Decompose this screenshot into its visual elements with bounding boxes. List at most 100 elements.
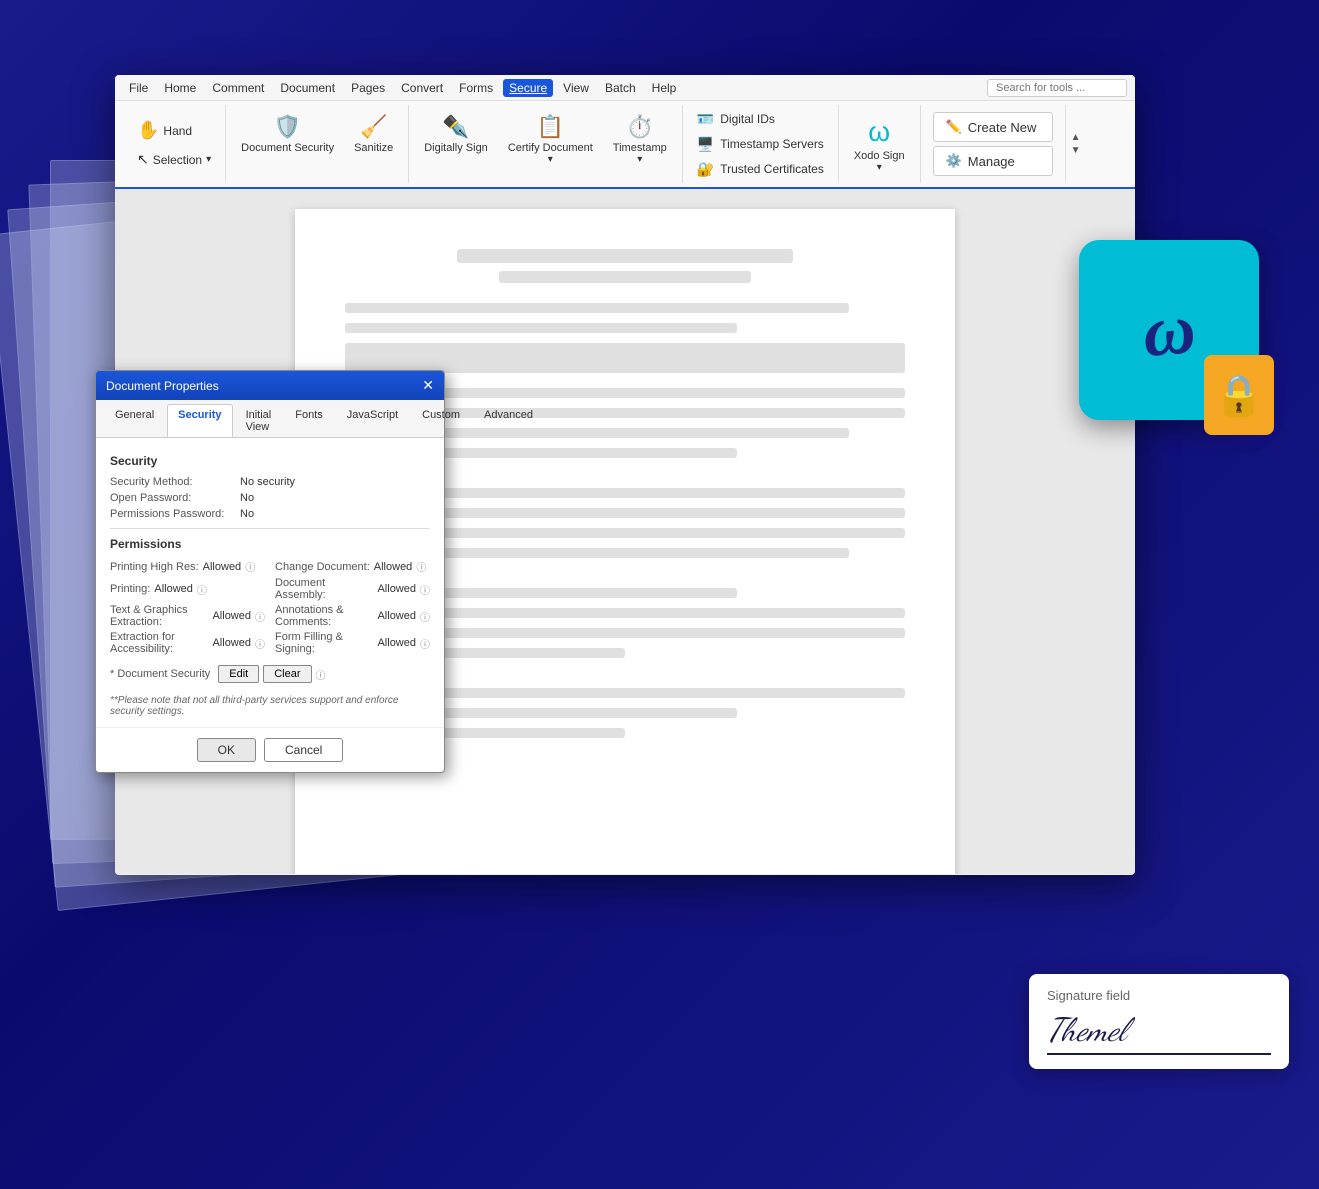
trusted-certificates-label: Trusted Certificates — [720, 162, 824, 176]
digital-ids-label: Digital IDs — [720, 112, 775, 126]
clock-icon: ⏱️ — [626, 114, 653, 140]
selection-label: Selection — [153, 153, 202, 167]
create-manage-group: ✏️ Create New ⚙️ Manage — [921, 105, 1066, 183]
perm-extraction-accessibility-info[interactable]: ⓘ — [255, 636, 265, 651]
perm-printing-info[interactable]: ⓘ — [197, 582, 207, 597]
perm-annotations-label: Annotations & Comments: — [275, 604, 373, 628]
menu-file[interactable]: File — [123, 79, 154, 97]
menu-help[interactable]: Help — [646, 79, 683, 97]
manage-label: Manage — [968, 154, 1015, 169]
open-password-label: Open Password: — [110, 492, 240, 504]
perm-document-assembly-value: Allowed — [377, 583, 416, 595]
doc-security-label: * Document Security — [110, 668, 210, 680]
tab-general-label: General — [115, 409, 154, 421]
perm-text-graphics-info[interactable]: ⓘ — [255, 609, 265, 624]
server-icon: 🖥️ — [697, 136, 714, 153]
trusted-certificates-button[interactable]: 🔐 Trusted Certificates — [691, 158, 830, 181]
menu-forms[interactable]: Forms — [453, 79, 499, 97]
perm-annotations: Annotations & Comments: Allowed ⓘ — [275, 604, 430, 628]
doc-line-title — [457, 249, 793, 263]
doc-line-subtitle — [499, 271, 751, 283]
digital-ids-button[interactable]: 🪪 Digital IDs — [691, 108, 830, 131]
hand-label: Hand — [163, 124, 192, 138]
timestamp-dropdown-icon: ▾ — [637, 154, 642, 165]
perm-change-document-info[interactable]: ⓘ — [416, 559, 426, 574]
digitally-sign-button[interactable]: ✒️ Digitally Sign — [417, 109, 495, 159]
sign-group: ✒️ Digitally Sign 📋 Certify Document ▾ ⏱… — [409, 105, 683, 183]
ribbon-scroll-up[interactable]: ▲ — [1068, 131, 1084, 144]
menu-comment[interactable]: Comment — [206, 79, 270, 97]
selection-dropdown-icon: ▾ — [206, 154, 211, 165]
open-password-value: No — [240, 492, 254, 504]
tab-advanced[interactable]: Advanced — [473, 404, 544, 437]
create-new-icon: ✏️ — [946, 119, 962, 135]
menu-document[interactable]: Document — [274, 79, 341, 97]
digital-ids-group: 🪪 Digital IDs 🖥️ Timestamp Servers 🔐 Tru… — [683, 105, 839, 183]
perm-form-filling: Form Filling & Signing: Allowed ⓘ — [275, 631, 430, 655]
menu-convert[interactable]: Convert — [395, 79, 449, 97]
security-tools-row: 🛡️ Document Security 🧹 Sanitize — [234, 109, 400, 159]
dialog-footer-note: **Please note that not all third-party s… — [110, 695, 430, 717]
doc-security-info-icon[interactable]: ⓘ — [316, 667, 326, 682]
tab-initial-view[interactable]: Initial View — [235, 404, 283, 437]
perm-change-document-value: Allowed — [374, 561, 413, 573]
dialog-tabs: General Security Initial View Fonts Java… — [96, 400, 444, 438]
selection-button[interactable]: ↖ Selection ▾ — [131, 148, 217, 171]
perm-text-graphics-label: Text & Graphics Extraction: — [110, 604, 208, 628]
edit-button[interactable]: Edit — [218, 665, 259, 683]
doc-line-2 — [345, 323, 737, 333]
certificate-icon: 📋 — [537, 114, 564, 140]
certify-document-button[interactable]: 📋 Certify Document ▾ — [501, 109, 600, 170]
dialog-close-button[interactable]: ✕ — [422, 377, 434, 394]
ribbon-scroll-down[interactable]: ▼ — [1068, 144, 1084, 157]
perm-printing-high-res-info[interactable]: ⓘ — [245, 559, 255, 574]
xodo-sign-button[interactable]: ω Xodo Sign ▾ — [847, 109, 912, 179]
perm-annotations-info[interactable]: ⓘ — [420, 609, 430, 624]
ribbon: ✋ Hand ↖ Selection ▾ 🛡️ Document Securit… — [115, 101, 1135, 189]
perm-change-document: Change Document: Allowed ⓘ — [275, 559, 430, 574]
timestamp-button[interactable]: ⏱️ Timestamp ▾ — [606, 109, 674, 170]
permissions-password-row: Permissions Password: No — [110, 508, 430, 520]
tab-general[interactable]: General — [104, 404, 165, 437]
open-password-row: Open Password: No — [110, 492, 430, 504]
doc-line-1 — [345, 303, 849, 313]
ok-button[interactable]: OK — [197, 738, 256, 762]
lock-badge: 🔒 — [1204, 355, 1274, 435]
tab-custom[interactable]: Custom — [411, 404, 471, 437]
xodo-widget: ω 🔒 — [1079, 240, 1259, 420]
digitally-sign-label: Digitally Sign — [424, 142, 488, 154]
perm-text-graphics: Text & Graphics Extraction: Allowed ⓘ — [110, 604, 265, 628]
perm-form-filling-value: Allowed — [377, 637, 416, 649]
menu-batch[interactable]: Batch — [599, 79, 642, 97]
cancel-button[interactable]: Cancel — [264, 738, 343, 762]
menu-secure[interactable]: Secure — [503, 79, 553, 97]
tab-javascript[interactable]: JavaScript — [336, 404, 409, 437]
menu-pages[interactable]: Pages — [345, 79, 391, 97]
menu-bar: File Home Comment Document Pages Convert… — [115, 75, 1135, 101]
timestamp-servers-button[interactable]: 🖥️ Timestamp Servers — [691, 133, 830, 156]
document-security-button[interactable]: 🛡️ Document Security — [234, 109, 341, 159]
security-method-row: Security Method: No security — [110, 476, 430, 488]
clear-button[interactable]: Clear — [263, 665, 311, 683]
dialog-body: Security Security Method: No security Op… — [96, 438, 444, 727]
timestamp-label: Timestamp — [613, 142, 667, 154]
create-new-button[interactable]: ✏️ Create New — [933, 112, 1053, 142]
perm-document-assembly-info[interactable]: ⓘ — [420, 582, 430, 597]
certify-document-label: Certify Document — [508, 142, 593, 154]
pen-icon: ✒️ — [442, 114, 469, 140]
id-card-icon: 🪪 — [697, 111, 714, 128]
perm-printing-high-res: Printing High Res: Allowed ⓘ — [110, 559, 265, 574]
menu-home[interactable]: Home — [158, 79, 202, 97]
sanitize-button[interactable]: 🧹 Sanitize — [347, 109, 400, 159]
signature-image: Themel — [1047, 1011, 1271, 1055]
tab-fonts[interactable]: Fonts — [284, 404, 334, 437]
manage-button[interactable]: ⚙️ Manage — [933, 146, 1053, 176]
menu-search-input[interactable] — [987, 79, 1127, 97]
perm-form-filling-info[interactable]: ⓘ — [420, 636, 430, 651]
hand-button[interactable]: ✋ Hand — [131, 117, 217, 144]
tab-security[interactable]: Security — [167, 404, 232, 437]
perm-extraction-accessibility: Extraction for Accessibility: Allowed ⓘ — [110, 631, 265, 655]
menu-view[interactable]: View — [557, 79, 595, 97]
security-method-label: Security Method: — [110, 476, 240, 488]
perm-printing-high-res-value: Allowed — [203, 561, 242, 573]
